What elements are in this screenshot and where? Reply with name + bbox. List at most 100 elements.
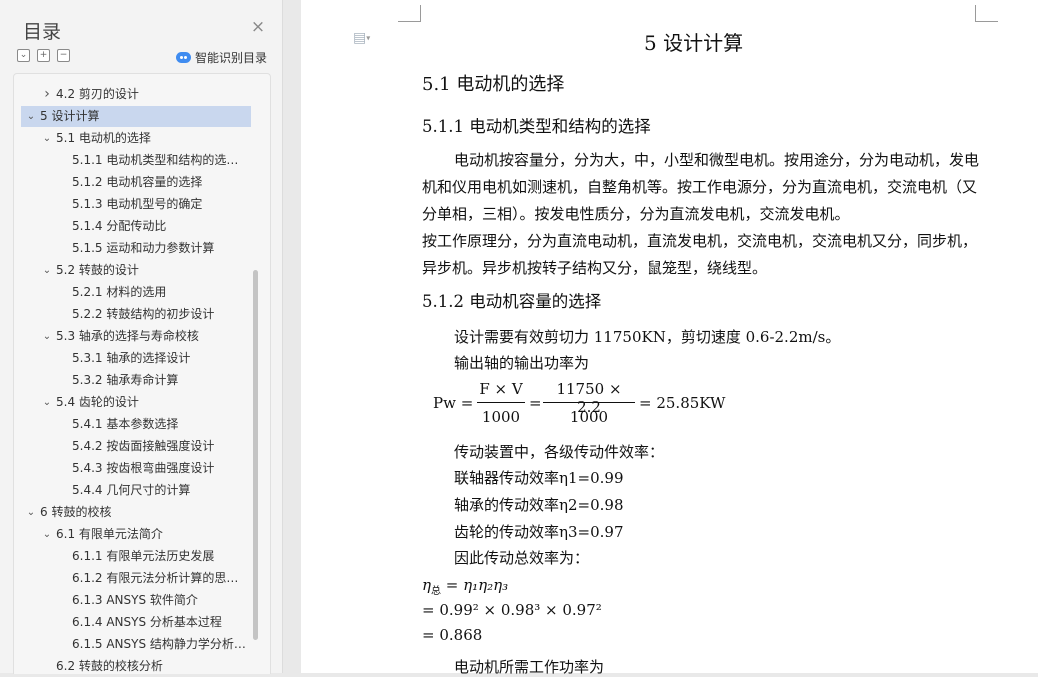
toc-item-label: 5 设计计算 — [40, 109, 100, 123]
toc-item[interactable]: 5.3.1 轴承的选择设计 — [0, 348, 250, 369]
formula-equals: = — [529, 394, 542, 412]
ai-robot-icon — [176, 52, 191, 63]
toc-item[interactable]: 6.1.5 ANSYS 结构静力学分析… — [0, 634, 250, 655]
toc-item-label: 5.2.2 转鼓结构的初步设计 — [72, 307, 215, 321]
text-line: 设计需要有效剪切力 11750KN，剪切速度 0.6-2.2m/s。 — [454, 328, 841, 346]
close-icon[interactable]: × — [250, 19, 266, 36]
chapter-title: 5 设计计算 — [644, 31, 744, 55]
toc-item[interactable]: ⌄ 5.2 转鼓的设计 — [0, 260, 250, 281]
toc-item-label: 6 转鼓的校核 — [40, 505, 112, 519]
equation-line-2: = 0.99² × 0.98³ × 0.97² — [422, 601, 602, 619]
toc-item[interactable]: 5.1.5 运动和动力参数计算 — [0, 238, 250, 259]
toc-item[interactable]: 6.1.3 ANSYS 软件简介 — [0, 590, 250, 611]
toc-item[interactable]: 5.1.1 电动机类型和结构的选… — [0, 150, 250, 171]
toc-panel: 目录 × ⌄ + − 智能识别目录 › 4.2 剪刃的设计 ⌄ 5 设计计算 ⌄ 5.1 … — [0, 0, 283, 674]
formula-denominator: 1000 — [569, 408, 609, 426]
toc-item-label: 5.3.1 轴承的选择设计 — [72, 351, 191, 365]
paragraph-working-principle: 按工作原理分，分为直流电动机，直流发电机，交流电机，交流电机又分，同步机，异步机… — [422, 232, 978, 277]
subsection-title-2: 5.1.2 电动机容量的选择 — [422, 292, 602, 311]
equation-line-3: = 0.868 — [422, 626, 483, 644]
toc-item[interactable]: ⌄ 5 设计计算 — [21, 106, 251, 127]
paragraph-motor-types: 电动机按容量分，分为大，中，小型和微型电机。按用途分，分为电动机，发电机和仪用电… — [422, 151, 980, 223]
toc-item-label: 6.1 有限单元法简介 — [56, 527, 163, 541]
toc-item[interactable]: 6.1.4 ANSYS 分析基本过程 — [0, 612, 250, 633]
toc-item-label: 5.1.3 电动机型号的确定 — [72, 197, 203, 211]
chevron-down-icon[interactable]: ⌄ — [26, 106, 36, 127]
toc-item-label: 5.1.5 运动和动力参数计算 — [72, 241, 215, 255]
toc-item-label: 5.3.2 轴承寿命计算 — [72, 373, 179, 387]
toc-item-label: 6.1.4 ANSYS 分析基本过程 — [72, 615, 222, 629]
formula-numerator: F × V — [479, 380, 523, 398]
smart-toc-button[interactable]: 智能识别目录 — [176, 49, 267, 66]
toc-item-label: 5.2 转鼓的设计 — [56, 263, 139, 277]
toc-item-label: 6.1.5 ANSYS 结构静力学分析… — [72, 637, 246, 651]
toc-item[interactable]: ⌄ 5.1 电动机的选择 — [0, 128, 250, 149]
document-icon[interactable]: ▤▾ — [353, 30, 370, 46]
toc-item[interactable]: 5.3.2 轴承寿命计算 — [0, 370, 250, 391]
toc-title: 目录 — [23, 21, 62, 43]
toc-item-label: 5.1.1 电动机类型和结构的选… — [72, 153, 239, 167]
chevron-down-icon[interactable]: ⌄ — [42, 128, 52, 149]
chevron-down-icon[interactable]: ⌄ — [42, 524, 52, 545]
text-line: 轴承的传动效率η2=0.98 — [454, 496, 624, 514]
chevron-down-icon[interactable]: ⌄ — [42, 326, 52, 347]
toc-item[interactable]: 5.4.1 基本参数选择 — [0, 414, 250, 435]
toc-item[interactable]: 6.1.1 有限单元法历史发展 — [0, 546, 250, 567]
collapse-all-icon[interactable]: ⌄ — [17, 49, 30, 62]
chevron-right-icon[interactable]: › — [42, 84, 52, 105]
crop-mark-right — [975, 5, 998, 22]
toc-item[interactable]: ⌄ 5.3 轴承的选择与寿命校核 — [0, 326, 250, 347]
toc-item-label: 5.3 轴承的选择与寿命校核 — [56, 329, 199, 343]
text-line: 因此传动总效率为： — [454, 549, 590, 567]
toc-item[interactable]: 5.4.2 按齿面接触强度设计 — [0, 436, 250, 457]
fraction-bar — [543, 402, 635, 403]
crop-mark-left — [398, 5, 421, 22]
toc-item-label: 5.4.3 按齿根弯曲强度设计 — [72, 461, 215, 475]
equation-line-1: η总 = η₁η₂η₃ — [422, 576, 509, 597]
toc-item[interactable]: 5.4.3 按齿根弯曲强度设计 — [0, 458, 250, 479]
smart-toc-label: 智能识别目录 — [195, 51, 268, 65]
toc-item-label: 5.4.4 几何尺寸的计算 — [72, 483, 191, 497]
toc-item[interactable]: 5.1.3 电动机型号的确定 — [0, 194, 250, 215]
text-line: 传动装置中，各级传动件效率： — [454, 443, 665, 461]
toc-item[interactable]: 6.2 转鼓的校核分析 — [0, 656, 250, 677]
text-line: 联轴器传动效率η1=0.99 — [454, 469, 624, 487]
toc-item-label: 5.1.2 电动机容量的选择 — [72, 175, 203, 189]
toc-item-label: 5.4.2 按齿面接触强度设计 — [72, 439, 215, 453]
text-line: 齿轮的传动效率η3=0.97 — [454, 523, 624, 541]
toc-item-label: 6.1.2 有限元法分析计算的思… — [72, 571, 239, 585]
toc-item[interactable]: ⌄ 6.1 有限单元法简介 — [0, 524, 250, 545]
subsection-title-1: 5.1.1 电动机类型和结构的选择 — [422, 117, 651, 136]
toc-controls: ⌄ + − — [17, 49, 70, 62]
toc-item-label: 5.4.1 基本参数选择 — [72, 417, 179, 431]
toc-item-label: 6.1.3 ANSYS 软件简介 — [72, 593, 198, 607]
toc-item[interactable]: ⌄ 5.4 齿轮的设计 — [0, 392, 250, 413]
toc-item[interactable]: 5.1.2 电动机容量的选择 — [0, 172, 250, 193]
chevron-down-icon[interactable]: ⌄ — [42, 260, 52, 281]
toc-item-label: 5.2.1 材料的选用 — [72, 285, 167, 299]
collapse-icon[interactable]: − — [57, 49, 70, 62]
toc-scrollbar[interactable] — [253, 270, 258, 640]
expand-icon[interactable]: + — [37, 49, 50, 62]
toc-item-label: 4.2 剪刃的设计 — [56, 87, 139, 101]
toc-item[interactable]: 5.2.2 转鼓结构的初步设计 — [0, 304, 250, 325]
toc-item[interactable]: 6.1.2 有限元法分析计算的思… — [0, 568, 250, 589]
document-page: ▤▾ 5 设计计算 5.1 电动机的选择 5.1.1 电动机类型和结构的选择 电… — [301, 0, 1038, 676]
toc-item[interactable]: ⌄ 6 转鼓的校核 — [0, 502, 250, 523]
toc-item-label: 5.1 电动机的选择 — [56, 131, 151, 145]
formula-denominator: 1000 — [481, 408, 521, 426]
toc-item[interactable]: 5.4.4 几何尺寸的计算 — [0, 480, 250, 501]
toc-item-label: 5.4 齿轮的设计 — [56, 395, 139, 409]
formula-result: = 25.85KW — [639, 394, 726, 412]
toc-item-label: 5.1.4 分配传动比 — [72, 219, 167, 233]
toc-item[interactable]: 5.2.1 材料的选用 — [0, 282, 250, 303]
text-line: 输出轴的输出功率为 — [454, 354, 590, 372]
fraction-bar — [477, 402, 525, 403]
toc-item-label: 6.2 转鼓的校核分析 — [56, 659, 163, 673]
toc-item[interactable]: › 4.2 剪刃的设计 — [0, 84, 250, 105]
toc-item-label: 6.1.1 有限单元法历史发展 — [72, 549, 215, 563]
chevron-down-icon[interactable]: ⌄ — [26, 502, 36, 523]
formula-lhs: Pw = — [433, 394, 474, 412]
chevron-down-icon[interactable]: ⌄ — [42, 392, 52, 413]
toc-item[interactable]: 5.1.4 分配传动比 — [0, 216, 250, 237]
